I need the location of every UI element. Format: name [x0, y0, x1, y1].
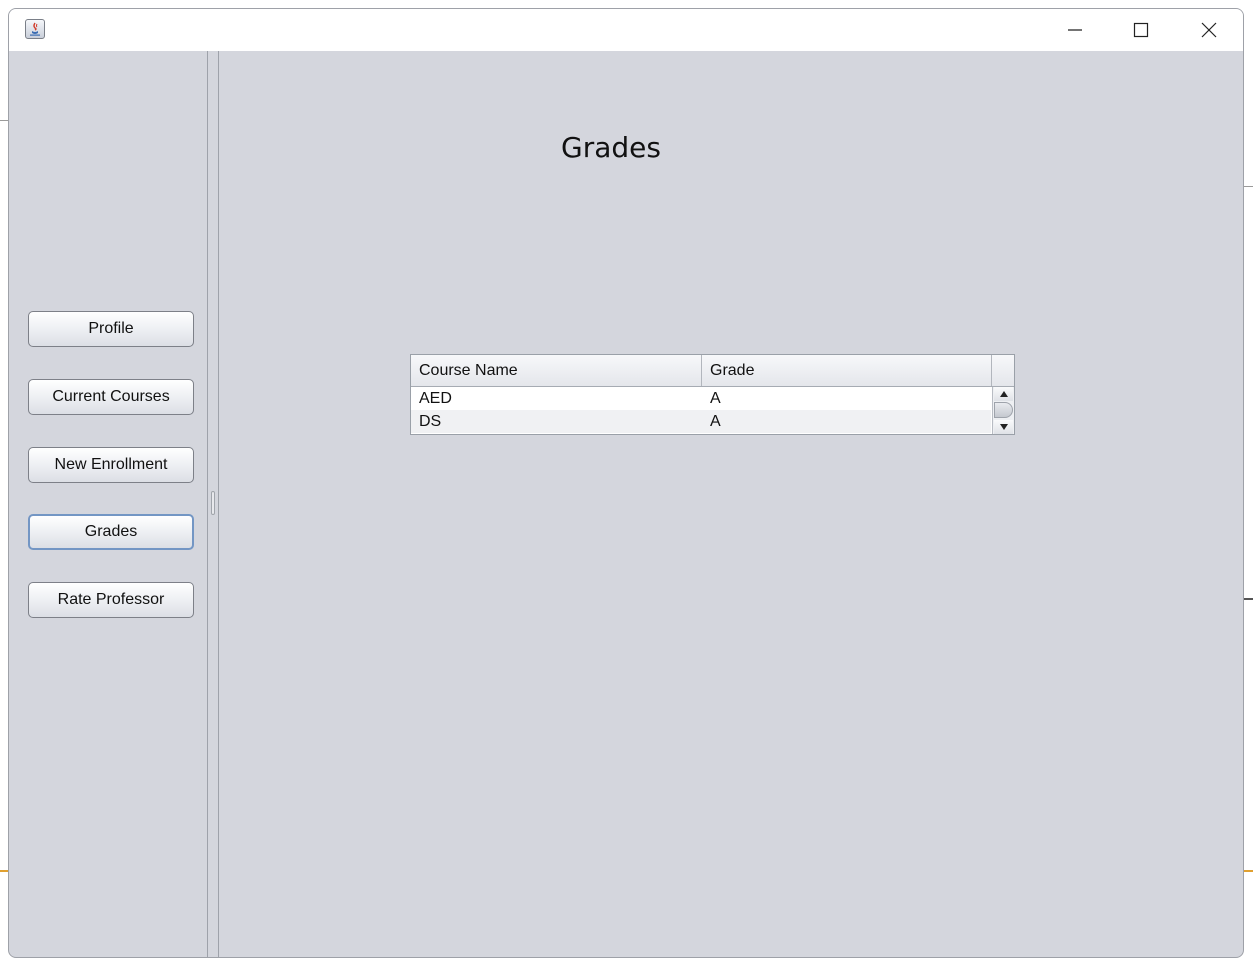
table-cell[interactable]: A: [702, 387, 991, 410]
table-row[interactable]: DS A: [411, 410, 991, 433]
grades-table[interactable]: Course Name Grade AED A DS A: [410, 354, 1015, 435]
split-pane-divider[interactable]: [207, 51, 219, 957]
app-window: Profile Current Courses New Enrollment G…: [8, 8, 1244, 958]
scroll-up-button[interactable]: [994, 387, 1013, 401]
scroll-down-button[interactable]: [994, 420, 1013, 434]
maximize-button[interactable]: [1118, 9, 1164, 51]
close-button[interactable]: [1186, 9, 1232, 51]
main-content: Grades Course Name Grade AED A DS A: [219, 51, 1243, 957]
background-window-edge: [1244, 598, 1253, 600]
background-window-edge: [1244, 870, 1253, 872]
rate-professor-button[interactable]: Rate Professor: [28, 582, 194, 618]
caret-down-icon: [999, 424, 1008, 430]
table-cell[interactable]: DS: [411, 410, 702, 433]
header-corner: [992, 355, 1014, 386]
caret-up-icon: [999, 391, 1008, 397]
scroll-thumb[interactable]: [994, 402, 1013, 418]
table-cell[interactable]: A: [702, 410, 991, 433]
grades-button[interactable]: Grades: [28, 514, 194, 550]
java-icon[interactable]: [25, 19, 45, 39]
sidebar: Profile Current Courses New Enrollment G…: [9, 51, 207, 957]
divider-grip[interactable]: [211, 491, 215, 515]
background-window-edge: [0, 870, 8, 872]
new-enrollment-button[interactable]: New Enrollment: [28, 447, 194, 483]
background-window-edge: [1244, 186, 1253, 187]
minimize-icon: [1068, 29, 1082, 31]
minimize-button[interactable]: [1052, 9, 1098, 51]
page-title: Grades: [561, 131, 661, 164]
background-window-edge: [0, 120, 8, 121]
table-cell[interactable]: AED: [411, 387, 702, 410]
column-header-course-name[interactable]: Course Name: [411, 355, 702, 386]
current-courses-button[interactable]: Current Courses: [28, 379, 194, 415]
column-header-grade[interactable]: Grade: [702, 355, 992, 386]
title-bar[interactable]: [9, 9, 1243, 51]
table-row[interactable]: AED A: [411, 387, 991, 410]
close-icon: [1201, 22, 1217, 38]
vertical-scrollbar[interactable]: [992, 387, 1014, 434]
maximize-icon: [1133, 22, 1149, 38]
profile-button[interactable]: Profile: [28, 311, 194, 347]
table-header: Course Name Grade: [411, 355, 1014, 387]
